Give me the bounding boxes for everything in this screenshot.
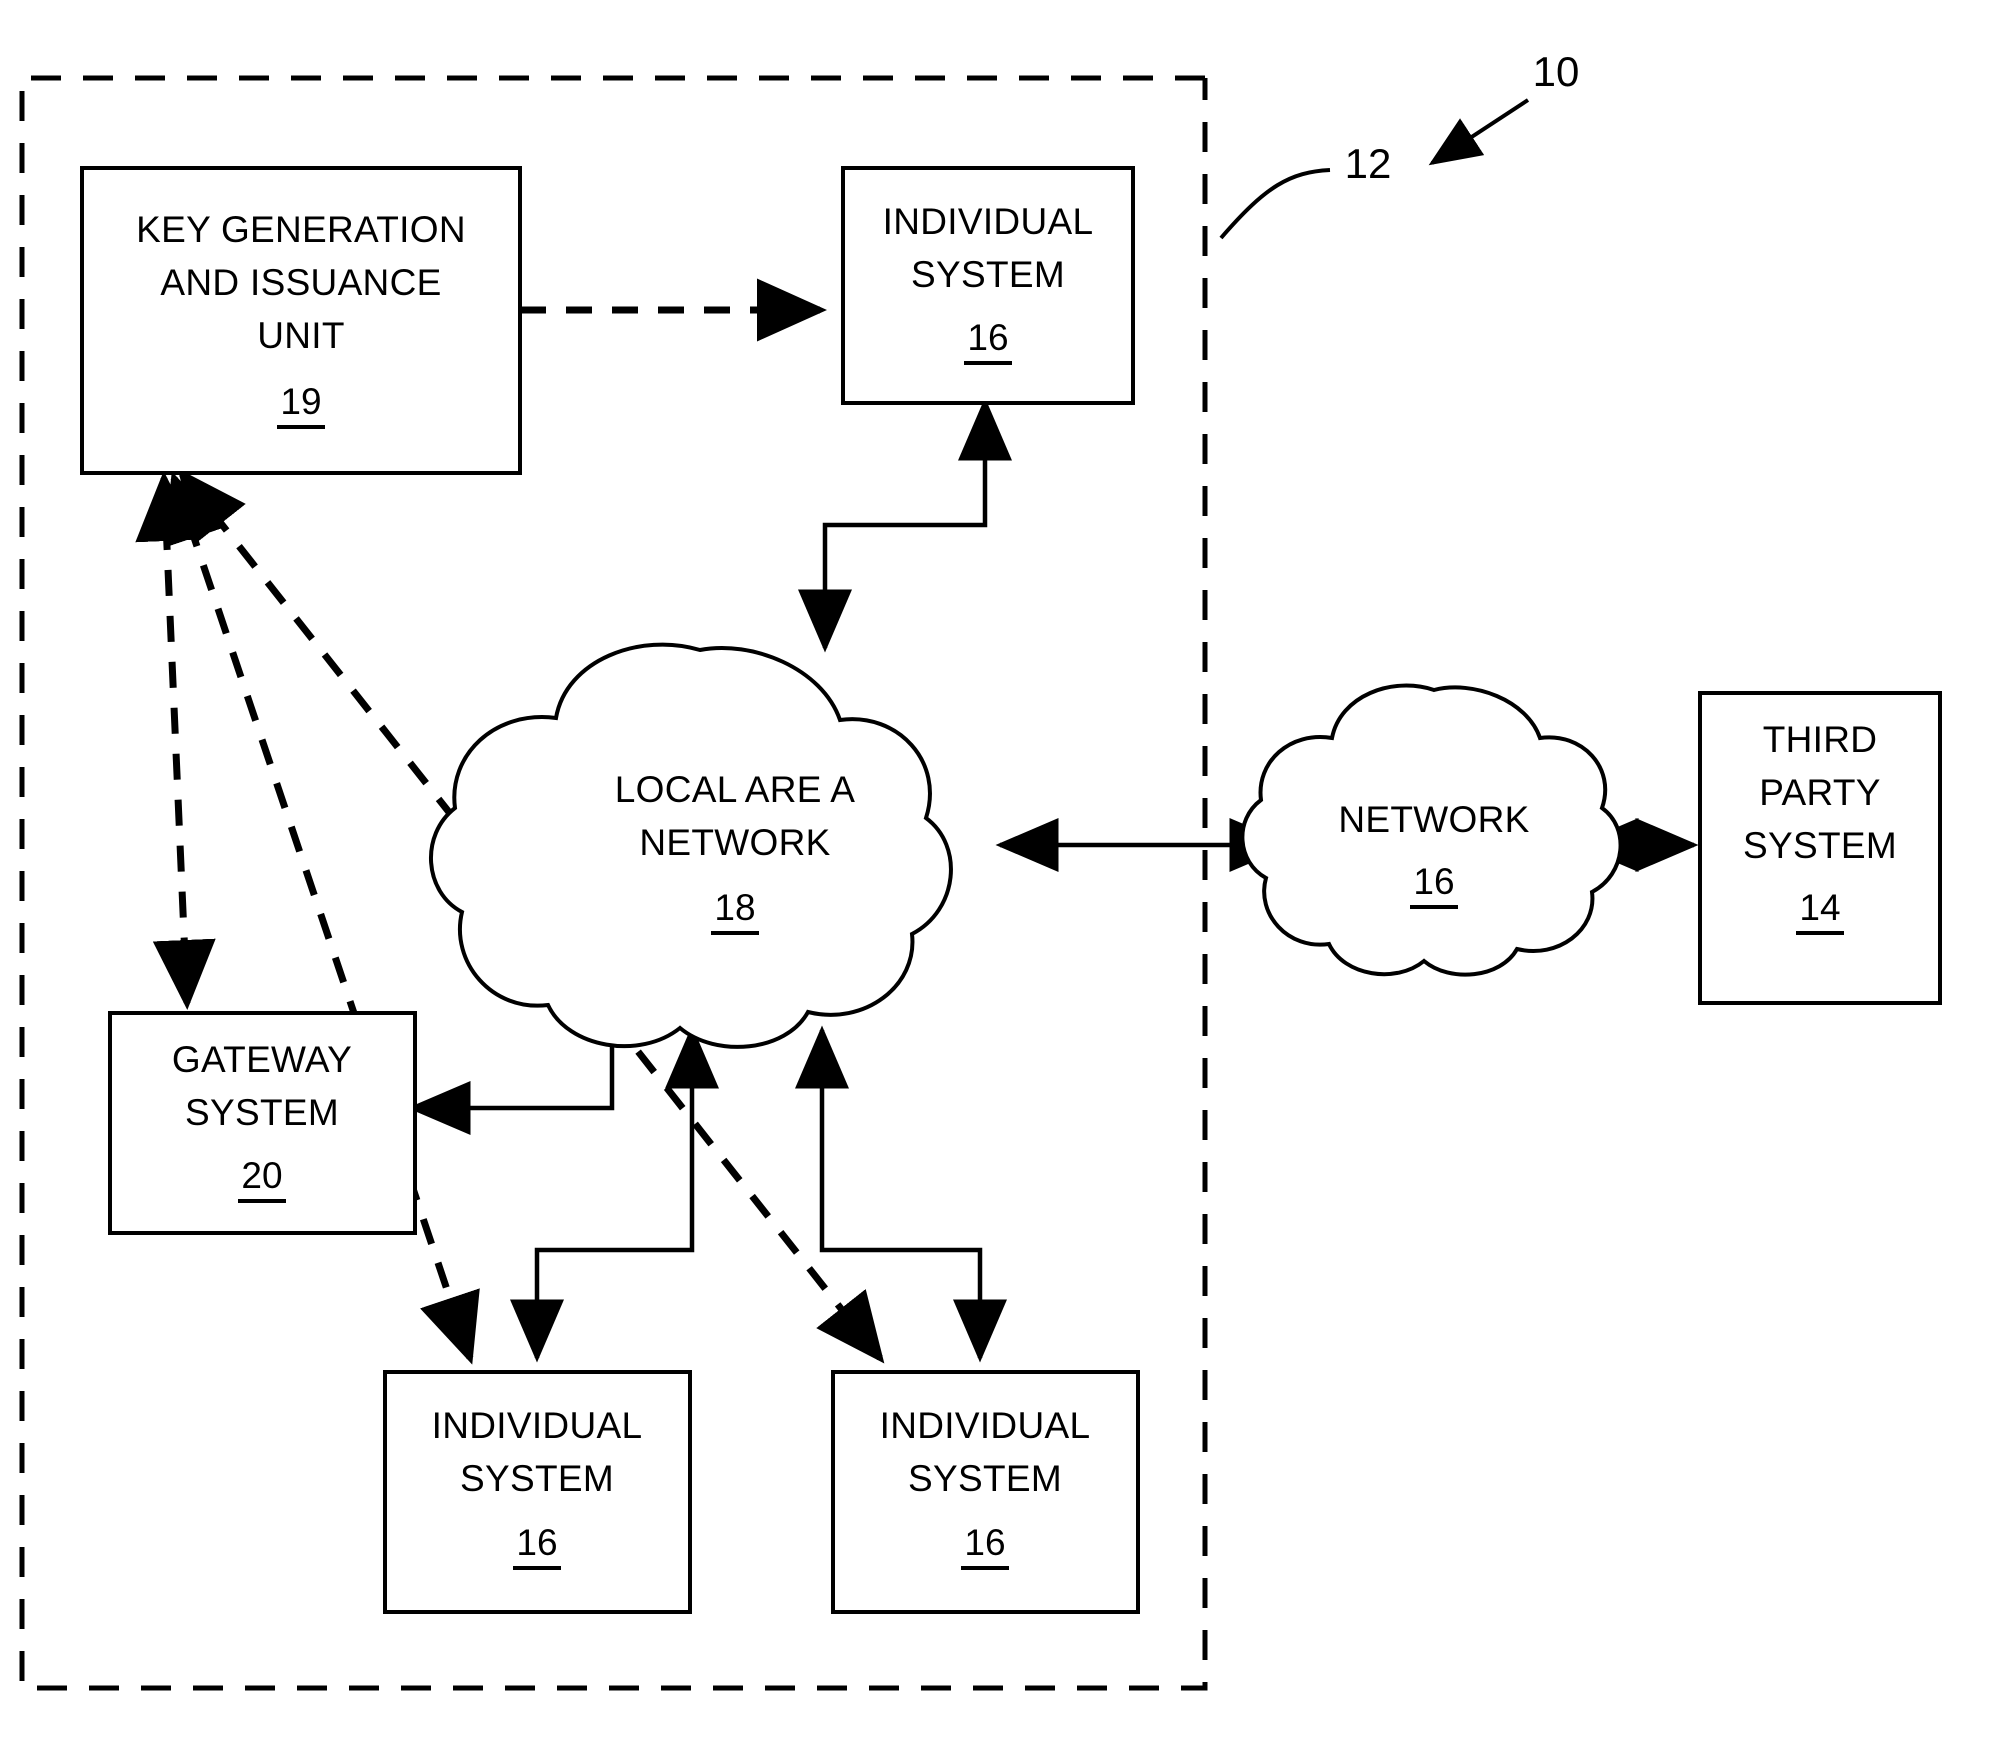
individual-system-top-line-1: INDIVIDUAL (883, 201, 1094, 242)
callout-10-label: 10 (1533, 48, 1580, 95)
individual-system-bottom-right-line-1: INDIVIDUAL (880, 1405, 1091, 1446)
callout-12-leader (1219, 168, 1331, 240)
node-gateway-system[interactable]: GATEWAY SYSTEM 20 (108, 1011, 417, 1235)
local-area-network-line-1: LOCAL ARE A (615, 769, 856, 810)
individual-system-bottom-right-ref: 16 (964, 1522, 1005, 1563)
callout-10-leader (1428, 98, 1530, 166)
node-key-generation-unit[interactable]: KEY GENERATION AND ISSUANCE UNIT 19 (80, 166, 522, 475)
third-party-system-line-1: THIRD (1763, 719, 1878, 760)
conn-keygen-to-gateway (135, 471, 216, 1010)
key-generation-unit-line-2: AND ISSUANCE (160, 262, 441, 303)
gateway-system-line-2: SYSTEM (185, 1092, 339, 1133)
third-party-system-line-2: PARTY (1759, 772, 1880, 813)
key-generation-unit-line-1: KEY GENERATION (136, 209, 466, 250)
individual-system-top-line-2: SYSTEM (911, 254, 1065, 295)
network-ref: 16 (1413, 861, 1454, 902)
conn-individual-top-to-lan (798, 397, 1012, 653)
node-individual-system-bottom-left[interactable]: INDIVIDUAL SYSTEM 16 (383, 1370, 692, 1614)
conn-individual-bottom-right-to-lan (795, 1025, 1007, 1363)
callout-10: 10 (1428, 48, 1580, 166)
local-area-network-ref: 18 (714, 887, 755, 928)
local-area-network-line-2: NETWORK (639, 822, 830, 863)
network-line-1: NETWORK (1338, 799, 1529, 840)
patent-figure: 10 12 KEY GENERATION AND ISSUANCE UNIT 1… (0, 0, 1996, 1752)
individual-system-bottom-left-line-2: SYSTEM (460, 1458, 614, 1499)
node-individual-system-top[interactable]: INDIVIDUAL SYSTEM 16 (841, 166, 1135, 405)
individual-system-bottom-left-line-1: INDIVIDUAL (432, 1405, 643, 1446)
third-party-system-ref: 14 (1799, 887, 1840, 928)
individual-system-bottom-left-ref: 16 (516, 1522, 557, 1563)
key-generation-unit-ref: 19 (280, 381, 321, 422)
conn-individual-bottom-left-to-lan (510, 1025, 719, 1363)
third-party-system-line-3: SYSTEM (1743, 825, 1897, 866)
node-local-area-network[interactable]: LOCAL ARE A NETWORK 18 (428, 642, 953, 1049)
callout-12-label: 12 (1345, 140, 1392, 187)
node-individual-system-bottom-right[interactable]: INDIVIDUAL SYSTEM 16 (831, 1370, 1140, 1614)
gateway-system-ref: 20 (241, 1155, 282, 1196)
individual-system-bottom-right-line-2: SYSTEM (908, 1458, 1062, 1499)
node-network[interactable]: NETWORK 16 (1240, 683, 1623, 977)
callout-12: 12 (1219, 140, 1392, 240)
node-third-party-system[interactable]: THIRD PARTY SYSTEM 14 (1698, 691, 1942, 1005)
gateway-system-line-1: GATEWAY (172, 1039, 352, 1080)
diagram-canvas: 10 12 KEY GENERATION AND ISSUANCE UNIT 1… (19, 48, 1942, 1691)
individual-system-top-ref: 16 (967, 317, 1008, 358)
key-generation-unit-line-3: UNIT (257, 315, 345, 356)
